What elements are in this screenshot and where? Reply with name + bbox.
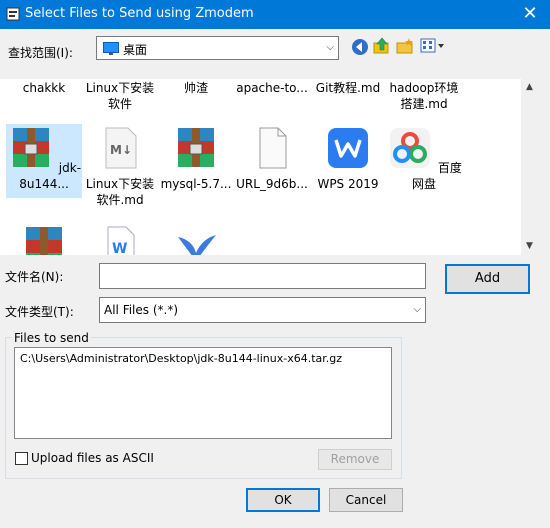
file-name: chakkk	[22, 81, 66, 95]
chevron-down-icon: ⌵	[326, 41, 334, 53]
markdown-icon: M↓	[105, 127, 137, 169]
word-doc-icon: W	[107, 226, 135, 255]
file-name: Linux下安装软件	[85, 81, 155, 111]
filename-input[interactable]	[99, 263, 426, 289]
files-to-send-list[interactable]: C:\Users\Administrator\Desktop\jdk-8u144…	[14, 347, 392, 439]
file-item[interactable]: hadoop环境搭建.md	[386, 80, 462, 112]
file-item[interactable]: Linux下安装软件	[82, 80, 158, 112]
file-name: hadoop环境搭建.md	[389, 81, 459, 111]
scroll-down-icon[interactable]: ▼	[521, 238, 538, 255]
file-name: apache-to...	[236, 81, 308, 95]
archive-icon	[12, 128, 49, 167]
filetype-select[interactable]: All Files (*.*) ⌵	[99, 297, 426, 323]
file-name: URL_9d6b...	[236, 177, 308, 191]
lookin-value: 桌面	[123, 43, 148, 57]
file-item[interactable]	[158, 223, 234, 255]
view-menu-icon[interactable]	[420, 38, 446, 54]
filetype-label: 文件类型(T):	[5, 305, 74, 319]
archive-icon	[26, 227, 62, 255]
ok-button[interactable]: OK	[246, 488, 320, 512]
archive-icon	[178, 128, 214, 167]
wps-icon	[328, 128, 368, 168]
file-name: mysql-5.7...	[160, 177, 232, 191]
desktop-icon	[103, 42, 119, 55]
file-item[interactable]	[6, 223, 82, 255]
file-pane-scrollbar[interactable]: ▲ ▼	[521, 79, 538, 255]
file-name: 帅渣	[183, 81, 208, 95]
svg-text:M↓: M↓	[110, 143, 132, 157]
cancel-button[interactable]: Cancel	[329, 488, 403, 512]
scroll-up-icon[interactable]: ▲	[521, 79, 538, 96]
svg-text:W: W	[112, 241, 127, 255]
file-list-pane[interactable]: chakkk Linux下安装软件 帅渣 apache-to... Git教程.…	[0, 79, 521, 255]
window-title: Select Files to Send using Zmodem	[25, 6, 254, 21]
bird-app-icon	[178, 235, 216, 255]
up-folder-icon[interactable]	[373, 37, 391, 55]
file-item[interactable]: M↓ Linux下安装软件.md	[82, 124, 158, 208]
files-to-send-label: Files to send	[12, 331, 91, 345]
file-item[interactable]: 百度网盘	[386, 124, 462, 192]
title-bar: Select Files to Send using Zmodem ✕	[0, 0, 550, 29]
file-item[interactable]: apache-to...	[234, 80, 310, 96]
remove-button[interactable]: Remove	[318, 449, 392, 470]
blank-file-icon	[259, 127, 287, 169]
add-button[interactable]: Add	[445, 264, 530, 294]
file-item[interactable]: WPS 2019	[310, 124, 386, 192]
chevron-down-icon: ⌵	[413, 303, 421, 315]
file-item[interactable]: W	[82, 223, 158, 255]
filename-label: 文件名(N):	[5, 270, 64, 284]
file-name: Linux下安装软件.md	[85, 177, 155, 207]
file-item-selected[interactable]: jdk-8u144...	[6, 124, 82, 198]
lookin-label: 查找范围(I):	[8, 46, 73, 60]
file-name: WPS 2019	[317, 177, 379, 191]
file-item[interactable]: 帅渣	[158, 80, 234, 96]
file-item[interactable]: chakkk	[6, 80, 82, 96]
file-item[interactable]: URL_9d6b...	[234, 124, 310, 192]
new-folder-icon[interactable]	[396, 37, 414, 55]
file-item[interactable]: mysql-5.7...	[158, 124, 234, 192]
list-item[interactable]: C:\Users\Administrator\Desktop\jdk-8u144…	[20, 352, 342, 365]
filetype-value: All Files (*.*)	[104, 303, 179, 317]
close-icon[interactable]: ✕	[516, 2, 544, 26]
app-icon	[6, 7, 20, 21]
back-icon[interactable]	[351, 38, 369, 56]
baidu-netdisk-icon	[390, 128, 431, 168]
lookin-select[interactable]: 桌面 ⌵	[96, 36, 339, 60]
upload-ascii-checkbox[interactable]	[15, 452, 28, 465]
file-name: Git教程.md	[315, 81, 381, 95]
upload-ascii-label: Upload files as ASCII	[31, 451, 154, 465]
file-item[interactable]: Git教程.md	[310, 80, 386, 96]
